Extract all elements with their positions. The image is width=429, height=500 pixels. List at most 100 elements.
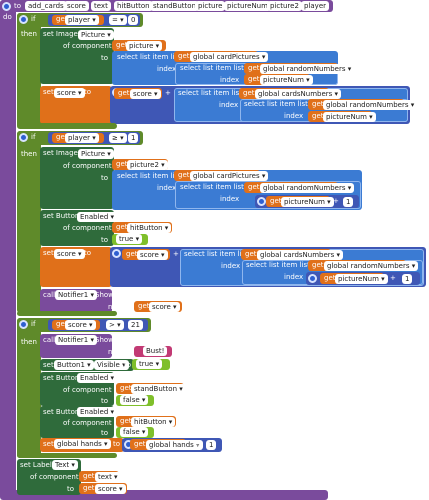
show-alert-label: ShowAlert	[95, 291, 131, 299]
true-value[interactable]: true	[136, 359, 163, 369]
get-label: get	[248, 75, 260, 83]
get-label: get	[118, 89, 130, 97]
var-card-pictures[interactable]: global cardPictures	[190, 171, 269, 181]
set-label: set	[43, 88, 54, 96]
number-0[interactable]: 0	[128, 15, 139, 25]
var-cards-numbers[interactable]: global cardsNumbers	[257, 250, 344, 260]
if-3-gear-icon[interactable]	[19, 320, 28, 329]
var-picture-num[interactable]: pictureNum	[281, 197, 334, 207]
if-block-3-bottom	[17, 453, 117, 458]
param-score[interactable]: score	[64, 1, 89, 11]
prop-picture-1[interactable]: Picture	[78, 30, 114, 40]
prop-enabled-3[interactable]: Enabled	[77, 407, 118, 417]
param-picture[interactable]: picture	[195, 1, 226, 11]
number-21[interactable]: 21	[128, 320, 143, 330]
if-2-label: if	[31, 133, 36, 141]
false-value[interactable]: false	[120, 427, 149, 437]
to-label: to	[101, 429, 109, 437]
gt-op-3[interactable]: >	[106, 320, 124, 330]
get-label: get	[248, 183, 260, 191]
to-label: to	[67, 485, 75, 493]
get-label: get	[120, 417, 132, 425]
if-1-gear-icon[interactable]	[19, 15, 28, 24]
var-score-get-2[interactable]: score	[137, 250, 168, 260]
var-score-set-2[interactable]: score	[54, 249, 85, 259]
if-1-label: if	[31, 15, 36, 23]
notice-label: notice	[108, 348, 130, 356]
var-global-hands-set[interactable]: global hands	[54, 439, 111, 449]
procedure-name-field[interactable]: add_cards	[25, 1, 67, 11]
set-button-label: set Button.	[43, 212, 82, 220]
index-label: index	[220, 76, 240, 84]
var-score-set-1[interactable]: score	[54, 88, 85, 98]
var-score-get-1[interactable]: score	[130, 89, 161, 99]
then-1-label: then	[21, 30, 37, 38]
then-2-label: then	[21, 150, 37, 158]
of-component-label: of component	[63, 162, 112, 170]
param-text[interactable]: text	[91, 1, 111, 11]
add-3-gear-icon[interactable]	[112, 249, 121, 258]
var-random-numbers[interactable]: global randomNumbers	[260, 64, 355, 74]
var-cards-numbers[interactable]: global cardsNumbers	[255, 89, 342, 99]
var-random-numbers[interactable]: global randomNumbers	[260, 183, 355, 193]
get-label: get	[243, 89, 255, 97]
set-label: set	[43, 361, 54, 369]
notifier-component-2[interactable]: Notifier1	[55, 335, 98, 345]
var-text[interactable]: text	[95, 472, 121, 482]
prop-picture-2[interactable]: Picture	[78, 149, 114, 159]
prop-enabled-2[interactable]: Enabled	[77, 373, 118, 383]
notifier-component-1[interactable]: Notifier1	[55, 290, 98, 300]
index-label: index	[284, 273, 304, 281]
index-label: index	[157, 65, 177, 73]
var-picture-num[interactable]: pictureNum	[335, 274, 388, 284]
param-hitButton[interactable]: hitButton	[114, 1, 153, 11]
set-image-label: set Image.	[43, 149, 81, 157]
add-2-gear-icon[interactable]	[257, 197, 266, 206]
number-1[interactable]: 1	[128, 133, 139, 143]
number-1[interactable]: 1	[402, 274, 413, 284]
eq-op-1[interactable]: =	[109, 15, 127, 25]
number-1[interactable]: 1	[206, 440, 217, 450]
add-4-gear-icon[interactable]	[308, 274, 317, 283]
of-component-label: of component	[63, 42, 112, 50]
prop-enabled-1[interactable]: Enabled	[77, 212, 118, 222]
get-label: get	[83, 484, 95, 492]
gte-op-2[interactable]: ≥	[109, 133, 127, 143]
mutator-gear-icon[interactable]	[2, 2, 11, 11]
if-2-gear-icon[interactable]	[19, 133, 28, 142]
var-random-numbers[interactable]: global randomNumbers	[324, 261, 419, 271]
var-card-pictures[interactable]: global cardPictures	[190, 52, 269, 62]
param-picture2[interactable]: picture2	[267, 1, 302, 11]
to-label: to	[101, 54, 109, 62]
text-bust-value[interactable]: Bust!	[143, 346, 168, 356]
index-label: index	[220, 195, 240, 203]
plus-op: +	[390, 274, 396, 282]
var-picture-num[interactable]: pictureNum	[323, 112, 376, 122]
false-value[interactable]: false	[120, 395, 149, 405]
button1-component[interactable]: Button1	[54, 360, 94, 370]
var-player-2[interactable]: player	[65, 133, 99, 143]
plus-op: +	[333, 197, 339, 205]
var-random-numbers[interactable]: global randomNumbers	[323, 100, 418, 110]
true-value[interactable]: true	[116, 234, 143, 244]
var-picture-num[interactable]: pictureNum	[260, 75, 313, 85]
var-score-get-4[interactable]: score	[65, 320, 96, 330]
select-list-item-label: select list item list	[184, 250, 248, 258]
param-player[interactable]: player	[301, 1, 330, 11]
var-standbutton[interactable]: standButton	[131, 384, 186, 394]
get-label: get	[178, 52, 190, 60]
var-picture[interactable]: picture	[126, 41, 163, 51]
do-label: do	[3, 13, 12, 21]
number-1[interactable]: 1	[343, 197, 354, 207]
var-hitbutton[interactable]: hitButton	[127, 223, 172, 233]
var-score-get-3[interactable]: score	[149, 302, 180, 312]
get-label: get	[138, 302, 150, 310]
param-standButton[interactable]: standButton	[150, 1, 200, 11]
param-pictureNum[interactable]: pictureNum	[224, 1, 271, 11]
prop-text[interactable]: Text	[52, 460, 78, 470]
var-score-get-5[interactable]: score	[95, 484, 126, 494]
var-hitbutton[interactable]: hitButton	[131, 417, 176, 427]
var-picture2[interactable]: picture2	[127, 160, 168, 170]
of-component-label: of component	[63, 224, 112, 232]
var-player-1[interactable]: player	[65, 15, 99, 25]
